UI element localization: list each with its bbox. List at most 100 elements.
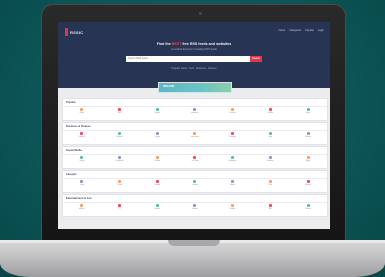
category-label: Sports — [154, 112, 160, 114]
category-icon — [268, 108, 272, 111]
category-item[interactable]: Travel — [105, 180, 135, 186]
category-item[interactable]: Home — [218, 180, 248, 186]
category-label: TV — [118, 208, 121, 210]
category-icon — [80, 180, 84, 183]
category-icon — [231, 108, 235, 111]
category-icon — [193, 156, 197, 159]
category-icon — [118, 156, 122, 159]
category-icon — [268, 204, 272, 207]
nav-item-login[interactable]: Login — [318, 29, 324, 32]
search-input[interactable] — [128, 57, 238, 60]
category-item[interactable]: Movies — [67, 204, 97, 210]
section-title: Entertainment & Fun — [66, 197, 92, 200]
category-item[interactable]: Sports — [142, 108, 172, 114]
category-icon — [80, 156, 84, 159]
category-label: Business — [191, 112, 199, 114]
category-item[interactable]: Medium — [255, 156, 285, 162]
category-item[interactable]: Facebook — [105, 156, 135, 162]
category-item[interactable]: Blogs — [293, 156, 323, 162]
category-icon — [306, 180, 310, 183]
category-item[interactable]: Tech — [105, 108, 135, 114]
category-icon — [231, 132, 235, 135]
category-item[interactable]: TV — [105, 204, 135, 210]
category-item[interactable]: Reddit — [142, 156, 172, 162]
category-item[interactable]: Music — [293, 108, 323, 114]
section-divider — [63, 202, 327, 203]
section-divider — [63, 178, 327, 179]
category-item[interactable]: Instagram — [218, 156, 248, 162]
category-label: Instagram — [228, 160, 237, 162]
category-label: Markets — [116, 136, 123, 138]
nav-item-home[interactable]: Home — [278, 29, 285, 32]
category-label: Humor — [192, 208, 198, 210]
logo-icon — [65, 28, 68, 36]
category-item[interactable]: Art — [255, 204, 285, 210]
category-label: Music — [305, 112, 311, 114]
category-row: Twitter Facebook Reddit YouTube Instagram Med… — [63, 156, 327, 162]
hero-title-post: free RSS feeds and websites — [182, 42, 232, 46]
category-icon — [231, 156, 235, 159]
category-label: Startups — [229, 136, 236, 138]
laptop-screen: RSSIC Home Categories Popular Login Find… — [58, 22, 330, 229]
category-item[interactable]: Health — [142, 180, 172, 186]
category-item[interactable]: Comics — [142, 204, 172, 210]
category-row: Food Travel Health Fashion Home Pets Fitness — [63, 180, 327, 186]
section-title: Popular — [66, 101, 76, 104]
category-label: Blogs — [305, 160, 311, 162]
category-icon — [193, 180, 197, 183]
category-item[interactable]: Pets — [255, 180, 285, 186]
category-item[interactable]: Finance — [67, 132, 97, 138]
category-item[interactable]: Money — [293, 132, 323, 138]
site-logo[interactable]: RSSIC — [65, 28, 83, 36]
hero-subtitle: A curated directory of quality RSS feeds — [171, 48, 217, 51]
category-item[interactable]: Books — [218, 204, 248, 210]
category-item[interactable]: Startups — [218, 132, 248, 138]
category-item[interactable]: Photos — [293, 204, 323, 210]
category-item[interactable]: Business — [180, 108, 210, 114]
category-item[interactable]: Food — [67, 180, 97, 186]
category-row: Movies TV Comics Humor Books Art Photos — [63, 204, 327, 210]
category-item[interactable]: News — [67, 108, 97, 114]
section-divider — [63, 130, 327, 131]
section-title: Social Media — [66, 149, 82, 152]
category-section: Popular News Tech Sports Business Science Game… — [62, 98, 328, 121]
category-icon — [118, 132, 122, 135]
trackpad-notch — [168, 240, 220, 246]
category-label: Economy — [191, 136, 199, 138]
category-item[interactable]: Fashion — [180, 180, 210, 186]
hero-title-pre: Find the — [156, 42, 171, 46]
category-icon — [306, 156, 310, 159]
category-item[interactable]: Fitness — [293, 180, 323, 186]
category-label: Food — [79, 184, 84, 186]
popular-links[interactable]: Popular: News · Tech · Business · Scienc… — [58, 67, 330, 70]
category-item[interactable]: Markets — [105, 132, 135, 138]
category-label: Pets — [268, 184, 273, 186]
category-item[interactable]: Twitter — [67, 156, 97, 162]
nav-item-categories[interactable]: Categories — [289, 29, 301, 32]
category-row: News Tech Sports Business Science Games Music — [63, 108, 327, 114]
category-item[interactable]: Jobs — [255, 132, 285, 138]
category-item[interactable]: Crypto — [142, 132, 172, 138]
search-button[interactable]: Search — [250, 56, 262, 62]
category-item[interactable]: Science — [218, 108, 248, 114]
category-label: Movies — [78, 208, 85, 210]
category-icon — [268, 156, 272, 159]
category-icon — [268, 132, 272, 135]
category-item[interactable]: Humor — [180, 204, 210, 210]
section-title: Business & Finance — [66, 125, 91, 128]
top-nav: Home Categories Popular Login — [278, 29, 324, 32]
category-item[interactable]: YouTube — [180, 156, 210, 162]
category-item[interactable]: Games — [255, 108, 285, 114]
category-label: Books — [230, 208, 236, 210]
category-section: Lifestyle Food Travel Health Fashion Home Pets… — [62, 170, 328, 193]
search-bar: Search — [126, 56, 262, 62]
category-section: Entertainment & Fun Movies TV Comics Humor Bo… — [62, 194, 328, 217]
category-label: Tech — [117, 112, 122, 114]
section-divider — [63, 106, 327, 107]
banner-ad[interactable]: RSS.COM — [158, 82, 232, 93]
category-item[interactable]: Economy — [180, 132, 210, 138]
category-section: Social Media Twitter Facebook Reddit YouTube… — [62, 146, 328, 169]
category-label: News — [79, 112, 85, 114]
nav-item-popular[interactable]: Popular — [305, 29, 314, 32]
category-icon — [80, 108, 84, 111]
